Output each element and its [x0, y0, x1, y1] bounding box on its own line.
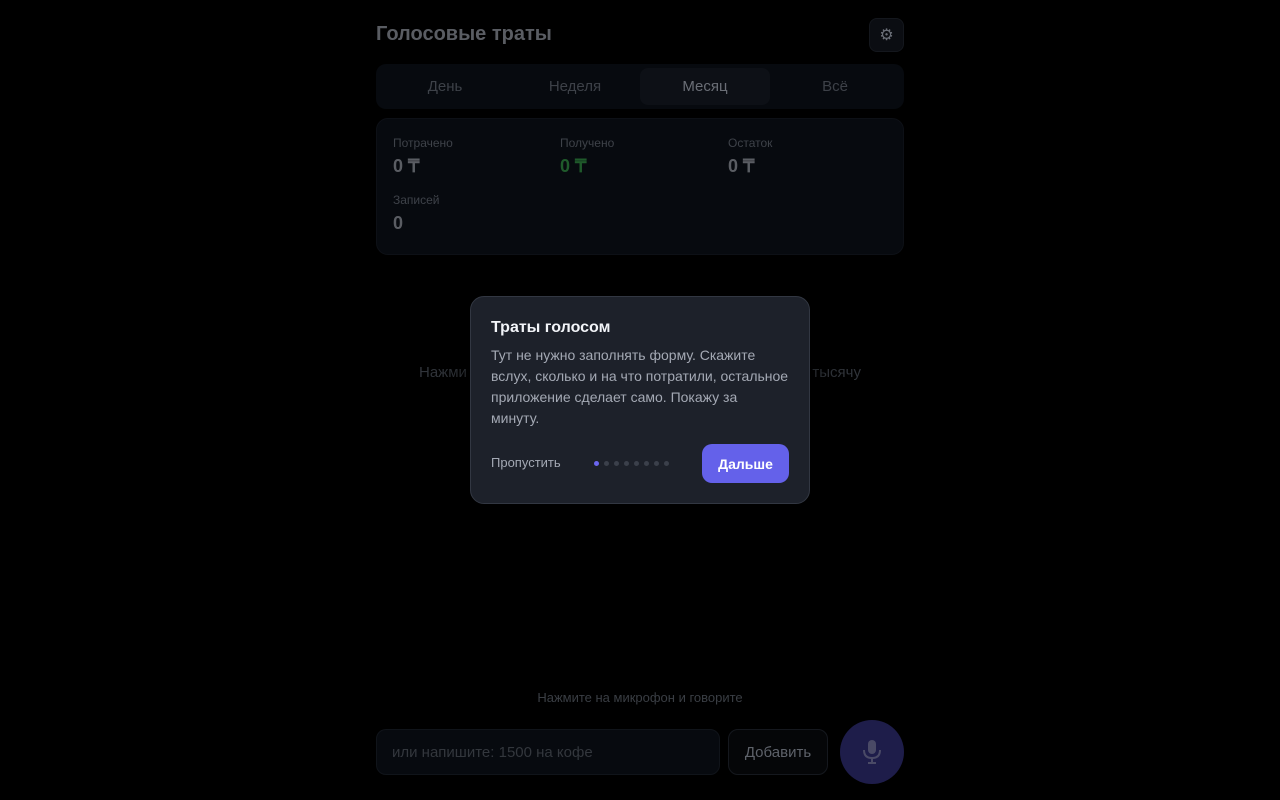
step-dot: [614, 461, 619, 466]
step-dot: [664, 461, 669, 466]
skip-button[interactable]: Пропустить: [491, 455, 561, 470]
step-dot: [654, 461, 659, 466]
step-dot: [594, 461, 599, 466]
onboarding-modal: Траты голосом Тут не нужно заполнять фор…: [470, 296, 810, 504]
next-button[interactable]: Дальше: [702, 444, 789, 483]
step-dot: [624, 461, 629, 466]
modal-footer: Пропустить Дальше: [491, 444, 789, 483]
modal-title: Траты голосом: [491, 319, 611, 336]
step-dot: [634, 461, 639, 466]
step-dot: [644, 461, 649, 466]
modal-text: Тут не нужно заполнять форму. Скажите вс…: [491, 347, 789, 426]
step-indicator: [594, 461, 669, 466]
step-dot: [604, 461, 609, 466]
